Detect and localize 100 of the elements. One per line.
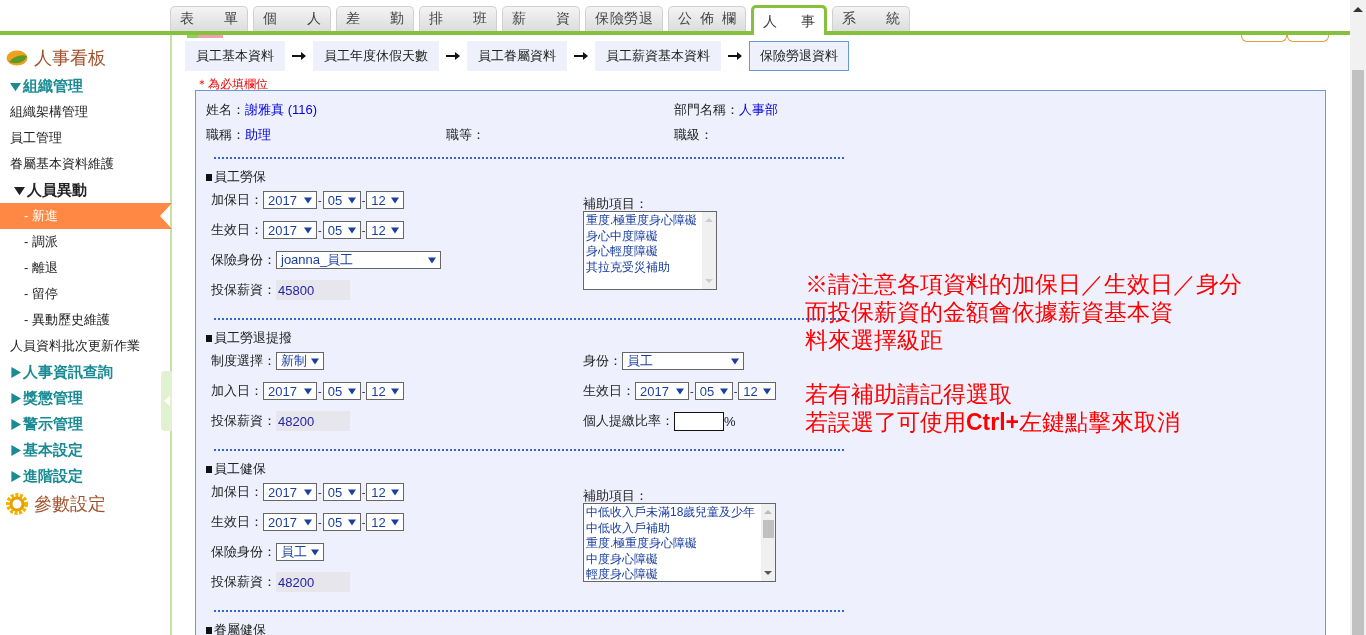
header-button[interactable] — [1287, 35, 1329, 42]
page-scrollbar[interactable] — [1350, 0, 1366, 635]
list-box[interactable]: 重度.極重度身心障礙 身心中度障礙 身心輕度障礙 其拉克受災補助 — [583, 211, 717, 290]
step-tab[interactable]: 保險勞退資料 — [749, 41, 849, 71]
step-tab[interactable]: 員工年度休假天數 — [313, 41, 439, 71]
date-separator: - — [318, 516, 322, 528]
list-option[interactable]: 重度.極重度身心障礙 — [586, 536, 759, 552]
sidebar-item[interactable]: 人員資料批次更新作業 — [0, 333, 170, 359]
caret-icon — [391, 226, 400, 234]
list-option[interactable]: 其拉克受災補助 — [586, 259, 700, 275]
caret-icon — [391, 196, 400, 204]
collapsed-icon — [10, 444, 21, 456]
dropdown[interactable]: 2017 — [263, 513, 317, 531]
sidebar-item[interactable]: - 調派 — [0, 229, 170, 255]
date-separator: - — [361, 516, 366, 528]
caret-icon — [347, 196, 356, 204]
sidebar-group[interactable]: 警示管理 — [0, 411, 83, 437]
sidebar-group[interactable]: 組織管理 — [0, 73, 83, 99]
list-option[interactable]: 重度.極重度身心障礙 — [586, 213, 700, 229]
dropdown[interactable]: 05 — [322, 191, 361, 209]
dropdown[interactable]: 12 — [366, 221, 405, 239]
caret-icon — [304, 226, 312, 234]
sidebar-footer-link[interactable]: 參數設定 — [34, 492, 106, 516]
sidebar-group[interactable]: 人員異動 — [0, 177, 87, 203]
collapsed-icon — [10, 392, 21, 404]
list-option[interactable]: 身心中度障礙 — [586, 228, 700, 244]
nav-tab[interactable]: 人事 — [751, 5, 827, 35]
field-label: 保險身份： — [211, 543, 276, 561]
info-field: 職級： — [674, 126, 1325, 144]
sidebar-group[interactable]: 基本設定 — [0, 437, 83, 463]
nav-tab[interactable]: 表單 — [170, 6, 248, 31]
tab-marker — [187, 35, 223, 38]
nav-tab[interactable]: 薪資 — [502, 6, 580, 31]
dropdown[interactable]: 2017 — [263, 483, 317, 501]
notice-text: 若有補助請記得選取 — [805, 380, 1013, 408]
dropdown[interactable]: 05 — [322, 382, 361, 400]
field-label: 加入日： — [211, 382, 263, 400]
header-button[interactable] — [1241, 35, 1287, 42]
caret-icon — [311, 548, 319, 556]
scroll-up-icon[interactable] — [1353, 6, 1363, 14]
info-field: 部門名稱：人事部 — [674, 101, 1325, 119]
dropdown[interactable]: 05 — [322, 513, 361, 531]
notice-text: ※請注意各項資料的加保日／生效日／身分 — [805, 270, 1242, 298]
dropdown[interactable]: 05 — [322, 483, 361, 501]
field-label: 保險身份： — [211, 251, 276, 269]
dropdown[interactable]: 2017 — [263, 191, 317, 209]
section-title: 員工健保 — [214, 460, 266, 478]
dropdown[interactable]: 12 — [366, 191, 405, 209]
nav-tab[interactable]: 系統 — [832, 6, 910, 31]
field-label: 制度選擇： — [211, 352, 276, 370]
list-option[interactable]: 身心輕度障礙 — [586, 244, 700, 260]
nav-tab[interactable]: 保險勞退 — [585, 6, 663, 31]
list-option[interactable]: 中低收入戶未滿18歲兒童及少年 — [586, 505, 759, 521]
caret-icon — [428, 256, 436, 264]
sidebar-item[interactable]: - 留停 — [0, 281, 170, 307]
sidebar-group[interactable]: 進階設定 — [0, 463, 83, 489]
dropdown[interactable]: joanna_員工 — [276, 251, 441, 269]
nav-tab[interactable]: 排班 — [419, 6, 497, 31]
notice-text: 料來選擇級距 — [805, 326, 944, 354]
caret-icon — [304, 488, 312, 496]
nav-tab[interactable]: 差勤 — [336, 6, 414, 31]
step-tab[interactable]: 員工基本資料 — [185, 41, 285, 71]
sidebar-item[interactable]: - 離退 — [0, 255, 170, 281]
sidebar-group[interactable]: 人事資訊查詢 — [0, 359, 113, 385]
list-option[interactable]: 中低收入戶補助 — [586, 520, 759, 536]
dropdown[interactable]: 員工 — [622, 352, 744, 370]
dropdown[interactable]: 12 — [366, 483, 405, 501]
dropdown[interactable]: 2017 — [635, 382, 689, 400]
dropdown[interactable]: 12 — [366, 382, 405, 400]
field-label: 補助項目： — [583, 196, 648, 211]
dropdown[interactable]: 12 — [738, 382, 777, 400]
dropdown[interactable]: 12 — [366, 513, 405, 531]
step-tab[interactable]: 員工薪資基本資料 — [595, 41, 721, 71]
nav-tab[interactable]: 個人 — [253, 6, 331, 31]
sidebar-item[interactable]: 組織架構管理 — [0, 99, 170, 125]
caret-icon — [731, 357, 739, 365]
collapse-handle[interactable] — [161, 371, 172, 431]
list-option[interactable]: 中度身心障礙 — [586, 551, 759, 567]
list-box[interactable]: 中低收入戶未滿18歲兒童及少年 中低收入戶補助 重度.極重度身心障礙 中度身心障礙 輕度身心障礙 — [583, 503, 776, 582]
step-tab[interactable]: 員工眷屬資料 — [467, 41, 567, 71]
caret-icon — [391, 387, 400, 395]
dropdown[interactable]: 05 — [322, 221, 361, 239]
sidebar-item[interactable]: - 異動歷史維護 — [0, 307, 170, 333]
section-title: 眷屬健保 — [214, 621, 266, 635]
list-option[interactable]: 輕度身心障礙 — [586, 567, 759, 583]
sidebar-item[interactable]: 員工管理 — [0, 125, 170, 151]
info-field: 姓名：謝雅真 (116) — [206, 101, 446, 119]
input-field[interactable] — [674, 411, 724, 431]
dropdown[interactable]: 新制 — [276, 352, 324, 370]
sidebar-item[interactable]: 眷屬基本資料維護 — [0, 151, 170, 177]
dropdown[interactable]: 2017 — [263, 382, 317, 400]
dropdown[interactable]: 2017 — [263, 221, 317, 239]
dropdown[interactable]: 員工 — [276, 543, 324, 561]
field-label: 補助項目： — [583, 488, 648, 503]
dropdown[interactable]: 05 — [694, 382, 733, 400]
nav-tab[interactable]: 公佈欄 — [668, 6, 746, 31]
bullet-icon — [206, 465, 212, 473]
arrow-icon — [728, 51, 742, 61]
sidebar-group[interactable]: 獎懲管理 — [0, 385, 83, 411]
sidebar-title: 人事看板 — [34, 46, 106, 70]
